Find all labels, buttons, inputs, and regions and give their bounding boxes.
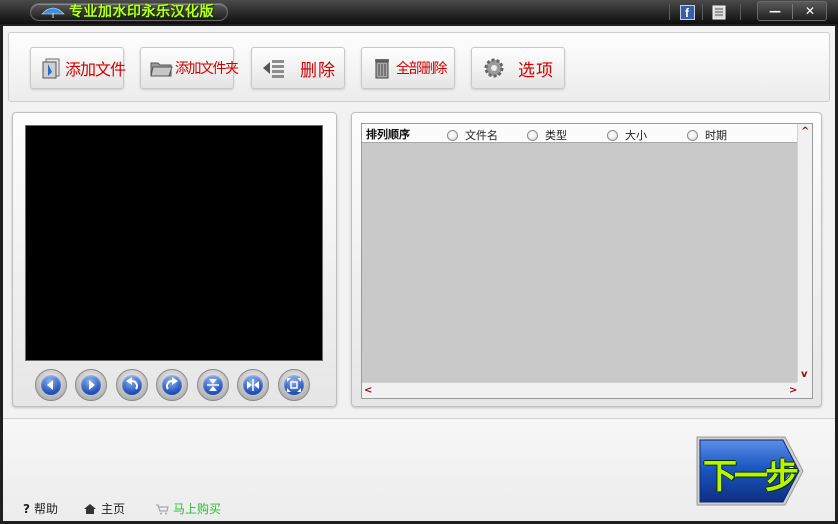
trash-icon [375,59,389,79]
radio-circle [687,129,698,141]
title-bar: 专业加水印永乐汉化版 f — ✕ [0,0,838,24]
question-icon: ? [23,501,30,516]
window-title: 专业加水印永乐汉化版 [69,4,214,20]
sort-by-filename-radio[interactable]: 文件名 [447,127,498,143]
rotate-left-icon [126,377,138,390]
toolbar: 添加文件 添加文件夹 删除 全部删除 选项 [8,32,830,102]
flip-horizontal-button[interactable] [237,369,269,401]
rotate-right-button[interactable] [156,369,188,401]
horizontal-scrollbar[interactable]: < > [362,382,798,398]
title-pill: 专业加水印永乐汉化版 [30,3,228,21]
file-list[interactable]: 排列顺序 文件名 类型 大小 时期 ^ v < > [361,123,813,399]
flip-vertical-button[interactable] [197,369,229,401]
sort-option-label: 大小 [625,129,647,142]
window-controls: — ✕ [757,1,827,21]
document-icon [712,5,726,19]
add-file-label: 添加文件 [65,60,126,79]
delete-label: 删除 [300,60,336,81]
help-label: 帮助 [33,502,58,516]
scroll-down-icon[interactable]: v [801,370,808,380]
home-link[interactable]: 主页 [83,500,125,517]
file-list-panel: 排列顺序 文件名 类型 大小 时期 ^ v < > [351,112,822,407]
next-step-button[interactable]: 下一步 [695,435,805,507]
fit-screen-button[interactable] [278,369,310,401]
radio-circle [607,129,618,141]
add-file-button[interactable]: 添加文件 [30,47,126,89]
rotate-right-icon [166,377,178,390]
arrow-left-icon [47,380,53,390]
sort-option-label: 文件名 [465,129,498,142]
main-frame: 添加文件 添加文件夹 删除 全部删除 选项 排列顺序 文件名 类型 大小 时期 … [3,26,835,521]
scrollbar-corner [797,382,812,398]
sort-by-size-radio[interactable]: 大小 [607,127,647,143]
sort-by-date-radio[interactable]: 时期 [687,127,727,143]
sort-option-label: 时期 [705,129,727,142]
delete-button[interactable]: 删除 [251,47,345,89]
home-icon [84,503,96,514]
sort-bar: 排列顺序 文件名 类型 大小 时期 [362,124,798,143]
options-label: 选项 [518,60,554,81]
gear-icon [484,58,504,78]
radio-circle [447,129,458,141]
facebook-icon: f [679,4,695,20]
rotate-left-button[interactable] [116,369,148,401]
close-button[interactable]: ✕ [793,2,827,20]
delete-all-button[interactable]: 全部删除 [361,47,455,89]
preview-screen [25,125,323,361]
fit-screen-icon [287,378,301,392]
next-step-label: 下一步 [703,457,799,497]
previous-button[interactable] [35,369,67,401]
options-button[interactable]: 选项 [471,47,565,89]
sort-by-type-radio[interactable]: 类型 [527,127,567,143]
title-separator [702,4,703,20]
preview-panel [12,112,337,407]
home-label: 主页 [101,502,126,516]
vertical-scrollbar[interactable]: ^ v [797,124,812,382]
delete-all-label: 全部删除 [396,61,448,77]
sort-option-label: 类型 [545,129,567,142]
next-image-button[interactable] [75,369,107,401]
minimize-button[interactable]: — [758,2,792,20]
title-separator [669,4,670,20]
buy-label: 马上购买 [173,502,222,516]
arrow-right-icon [89,380,95,390]
scroll-left-icon[interactable]: < [364,386,372,396]
delete-list-icon [263,60,284,78]
cart-icon [156,503,169,514]
add-folder-button[interactable]: 添加文件夹 [140,47,239,89]
add-folder-label: 添加文件夹 [175,61,239,77]
flip-horizontal-icon [247,379,259,391]
umbrella-icon [41,7,65,18]
add-folder-icon [150,62,173,77]
bottom-bar: ? 帮助 主页 马上购买 下一步 [3,418,835,521]
radio-circle [527,129,538,141]
sort-label: 排列顺序 [366,128,410,141]
register-button[interactable] [710,3,728,21]
help-link[interactable]: ? 帮助 [23,500,58,517]
scroll-up-icon[interactable]: ^ [801,127,809,137]
facebook-button[interactable]: f [678,3,696,21]
add-file-icon [42,58,60,79]
title-separator [740,4,741,20]
flip-vertical-icon [207,379,219,391]
buy-link[interactable]: 马上购买 [155,500,221,517]
